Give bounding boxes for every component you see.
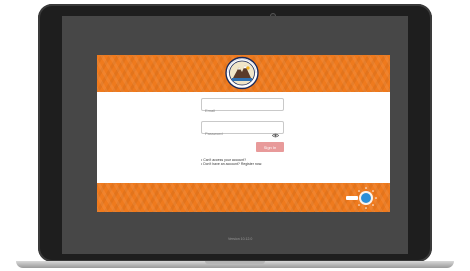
brand-logo-icon xyxy=(342,186,378,210)
email-field[interactable] xyxy=(201,98,284,116)
version-label: Version 10.12.0 xyxy=(228,237,253,241)
laptop-notch xyxy=(205,261,265,264)
eye-icon[interactable] xyxy=(271,125,280,138)
register-link[interactable]: Don't have an account? Register now. xyxy=(201,162,262,166)
password-field[interactable] xyxy=(201,121,284,139)
help-links: Can't access your account? Don't have an… xyxy=(201,158,262,166)
email-input[interactable] xyxy=(202,105,275,116)
sign-in-button[interactable]: Sign In xyxy=(256,142,284,152)
password-input[interactable] xyxy=(202,128,275,139)
seal-logo-icon xyxy=(224,56,260,90)
